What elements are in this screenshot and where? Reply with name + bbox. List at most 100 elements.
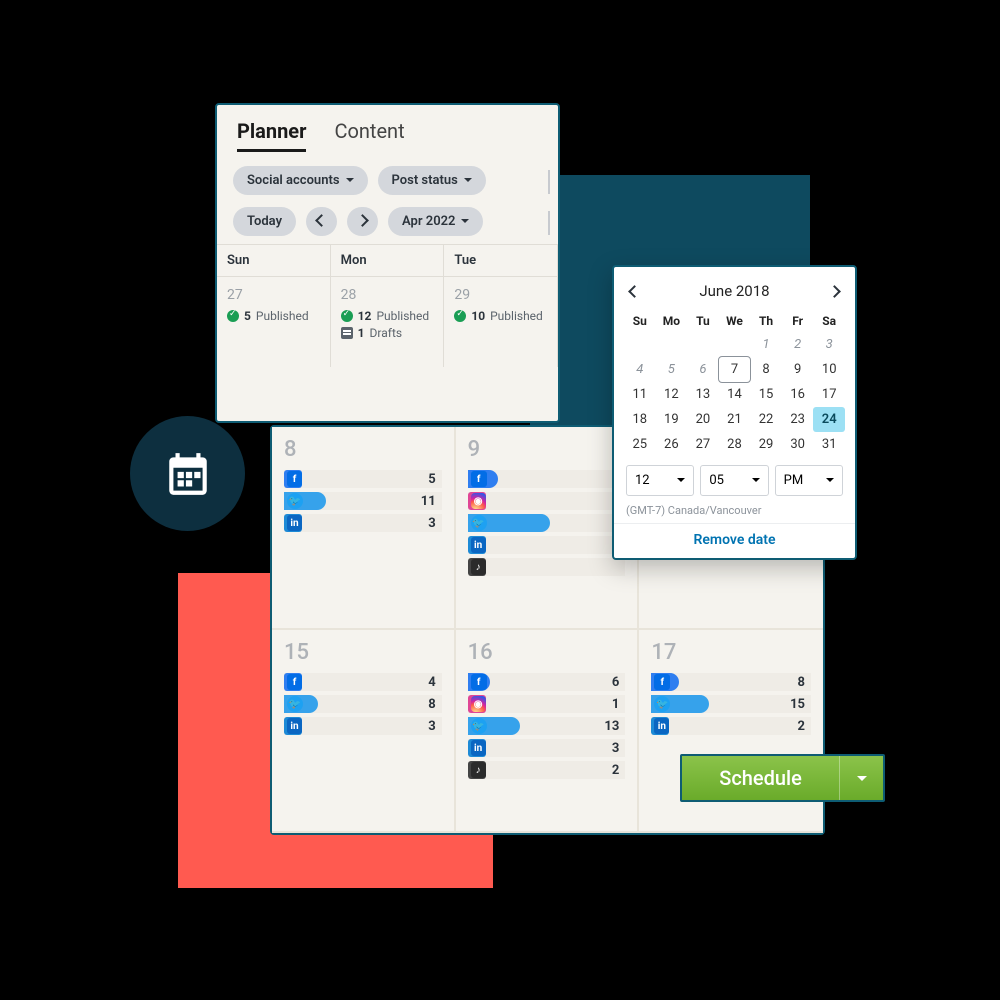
network-row[interactable]: in3 [284, 717, 442, 735]
instagram-icon: ◉ [471, 696, 486, 712]
planner-tabs: Planner Content [217, 105, 558, 158]
status-count: 5 [244, 309, 251, 323]
network-row[interactable]: in [468, 536, 626, 554]
next-month-arrow[interactable] [826, 277, 843, 304]
date-cell[interactable]: 10 [813, 357, 845, 382]
chevron-down-icon [461, 214, 469, 229]
prev-month-arrow[interactable] [626, 277, 643, 304]
date-cell[interactable]: 16 [782, 382, 814, 407]
date-cell[interactable]: 17 [813, 382, 845, 407]
filter-social-accounts[interactable]: Social accounts [233, 166, 368, 195]
week-day-cell[interactable]: 8f5🐦11in3 [272, 427, 456, 630]
day-number: 16 [468, 640, 626, 665]
date-cell[interactable]: 5 [656, 357, 688, 382]
date-cell[interactable]: 18 [624, 407, 656, 432]
network-row[interactable]: 🐦15 [651, 695, 811, 713]
date-cell[interactable]: 22 [750, 407, 782, 432]
status-label: Drafts [370, 326, 403, 340]
network-row[interactable]: 🐦8 [284, 695, 442, 713]
status-count: 12 [358, 309, 372, 323]
chevron-down-icon [752, 473, 760, 488]
network-count: 1 [612, 697, 625, 712]
dow-label: Fr [782, 310, 814, 332]
remove-date-link[interactable]: Remove date [614, 523, 855, 552]
date-cell[interactable]: 26 [656, 432, 688, 457]
time-hour-select[interactable]: 12 [626, 465, 694, 496]
date-cell[interactable]: 28 [719, 432, 751, 457]
month-select[interactable]: Apr 2022 [388, 207, 483, 236]
network-row[interactable]: ◉1 [468, 695, 626, 713]
schedule-dropdown-toggle[interactable] [839, 756, 883, 800]
date-cell[interactable]: 30 [782, 432, 814, 457]
date-cell[interactable]: 19 [656, 407, 688, 432]
month-label: Apr 2022 [402, 214, 455, 229]
week-day-cell[interactable]: 15f4🐦8in3 [272, 630, 456, 833]
network-row[interactable]: ♪ [468, 558, 626, 576]
prev-month-button[interactable] [306, 207, 337, 236]
network-row[interactable]: ◉ [468, 492, 626, 510]
date-cell[interactable]: 8 [750, 357, 782, 382]
date-cell[interactable]: 15 [750, 382, 782, 407]
tab-planner[interactable]: Planner [237, 119, 306, 152]
chevron-down-icon [677, 473, 685, 488]
planner-day-cell[interactable]: 2812Published1Drafts [331, 277, 445, 367]
week-day-cell[interactable]: 17f8🐦15in2 [639, 630, 823, 833]
date-cell[interactable]: 6 [687, 357, 719, 382]
schedule-button[interactable]: Schedule [680, 754, 885, 802]
network-count: 15 [790, 697, 811, 712]
date-cell[interactable]: 29 [750, 432, 782, 457]
date-cell[interactable]: 13 [687, 382, 719, 407]
chevron-right-icon [830, 281, 839, 300]
tab-content[interactable]: Content [334, 119, 404, 152]
check-icon [227, 310, 239, 322]
date-cell[interactable]: 25 [624, 432, 656, 457]
network-row[interactable]: f4 [284, 673, 442, 691]
network-count: 3 [428, 516, 441, 531]
chevron-left-icon [630, 281, 639, 300]
network-row[interactable]: f5 [284, 470, 442, 488]
date-cell[interactable]: 12 [656, 382, 688, 407]
network-row[interactable]: 🐦 [468, 514, 626, 532]
network-row[interactable]: in2 [651, 717, 811, 735]
date-cell[interactable]: 9 [782, 357, 814, 382]
date-cell[interactable]: 24 [813, 407, 845, 432]
date-cell [656, 332, 688, 357]
planner-day-cell[interactable]: 2910Published [444, 277, 558, 367]
network-count: 2 [612, 763, 625, 778]
time-minute-select[interactable]: 05 [700, 465, 768, 496]
date-cell[interactable]: 31 [813, 432, 845, 457]
twitter-icon: 🐦 [287, 493, 303, 509]
today-button[interactable]: Today [233, 207, 296, 236]
date-cell[interactable]: 21 [719, 407, 751, 432]
check-icon [454, 310, 466, 322]
date-cell[interactable]: 1 [750, 332, 782, 357]
network-row[interactable]: f8 [651, 673, 811, 691]
time-ampm-select[interactable]: PM [775, 465, 843, 496]
network-row[interactable]: f6 [468, 673, 626, 691]
next-month-button[interactable] [347, 207, 378, 236]
dow-label: Mo [656, 310, 688, 332]
date-cell[interactable]: 14 [719, 382, 751, 407]
week-day-cell[interactable]: 16f6◉1🐦13in3♪2 [456, 630, 640, 833]
status-count: 1 [358, 326, 365, 340]
date-cell[interactable]: 7 [719, 357, 751, 382]
date-cell[interactable]: 27 [687, 432, 719, 457]
network-row[interactable]: ♪2 [468, 761, 626, 779]
date-cell[interactable]: 4 [624, 357, 656, 382]
facebook-icon: f [471, 471, 487, 487]
network-row[interactable]: in3 [284, 514, 442, 532]
date-cell[interactable]: 3 [813, 332, 845, 357]
planner-day-cell[interactable]: 275Published [217, 277, 331, 367]
date-cell[interactable]: 23 [782, 407, 814, 432]
status-count: 10 [471, 309, 485, 323]
filter-post-status[interactable]: Post status [378, 166, 486, 195]
network-row[interactable]: 🐦11 [284, 492, 442, 510]
network-row[interactable]: in3 [468, 739, 626, 757]
planner-column-header: Tue [444, 245, 558, 277]
date-cell[interactable]: 20 [687, 407, 719, 432]
picker-dow-row: SuMoTuWeThFrSa [614, 310, 855, 332]
network-row[interactable]: f [468, 470, 626, 488]
date-cell[interactable]: 11 [624, 382, 656, 407]
date-cell[interactable]: 2 [782, 332, 814, 357]
network-row[interactable]: 🐦13 [468, 717, 626, 735]
